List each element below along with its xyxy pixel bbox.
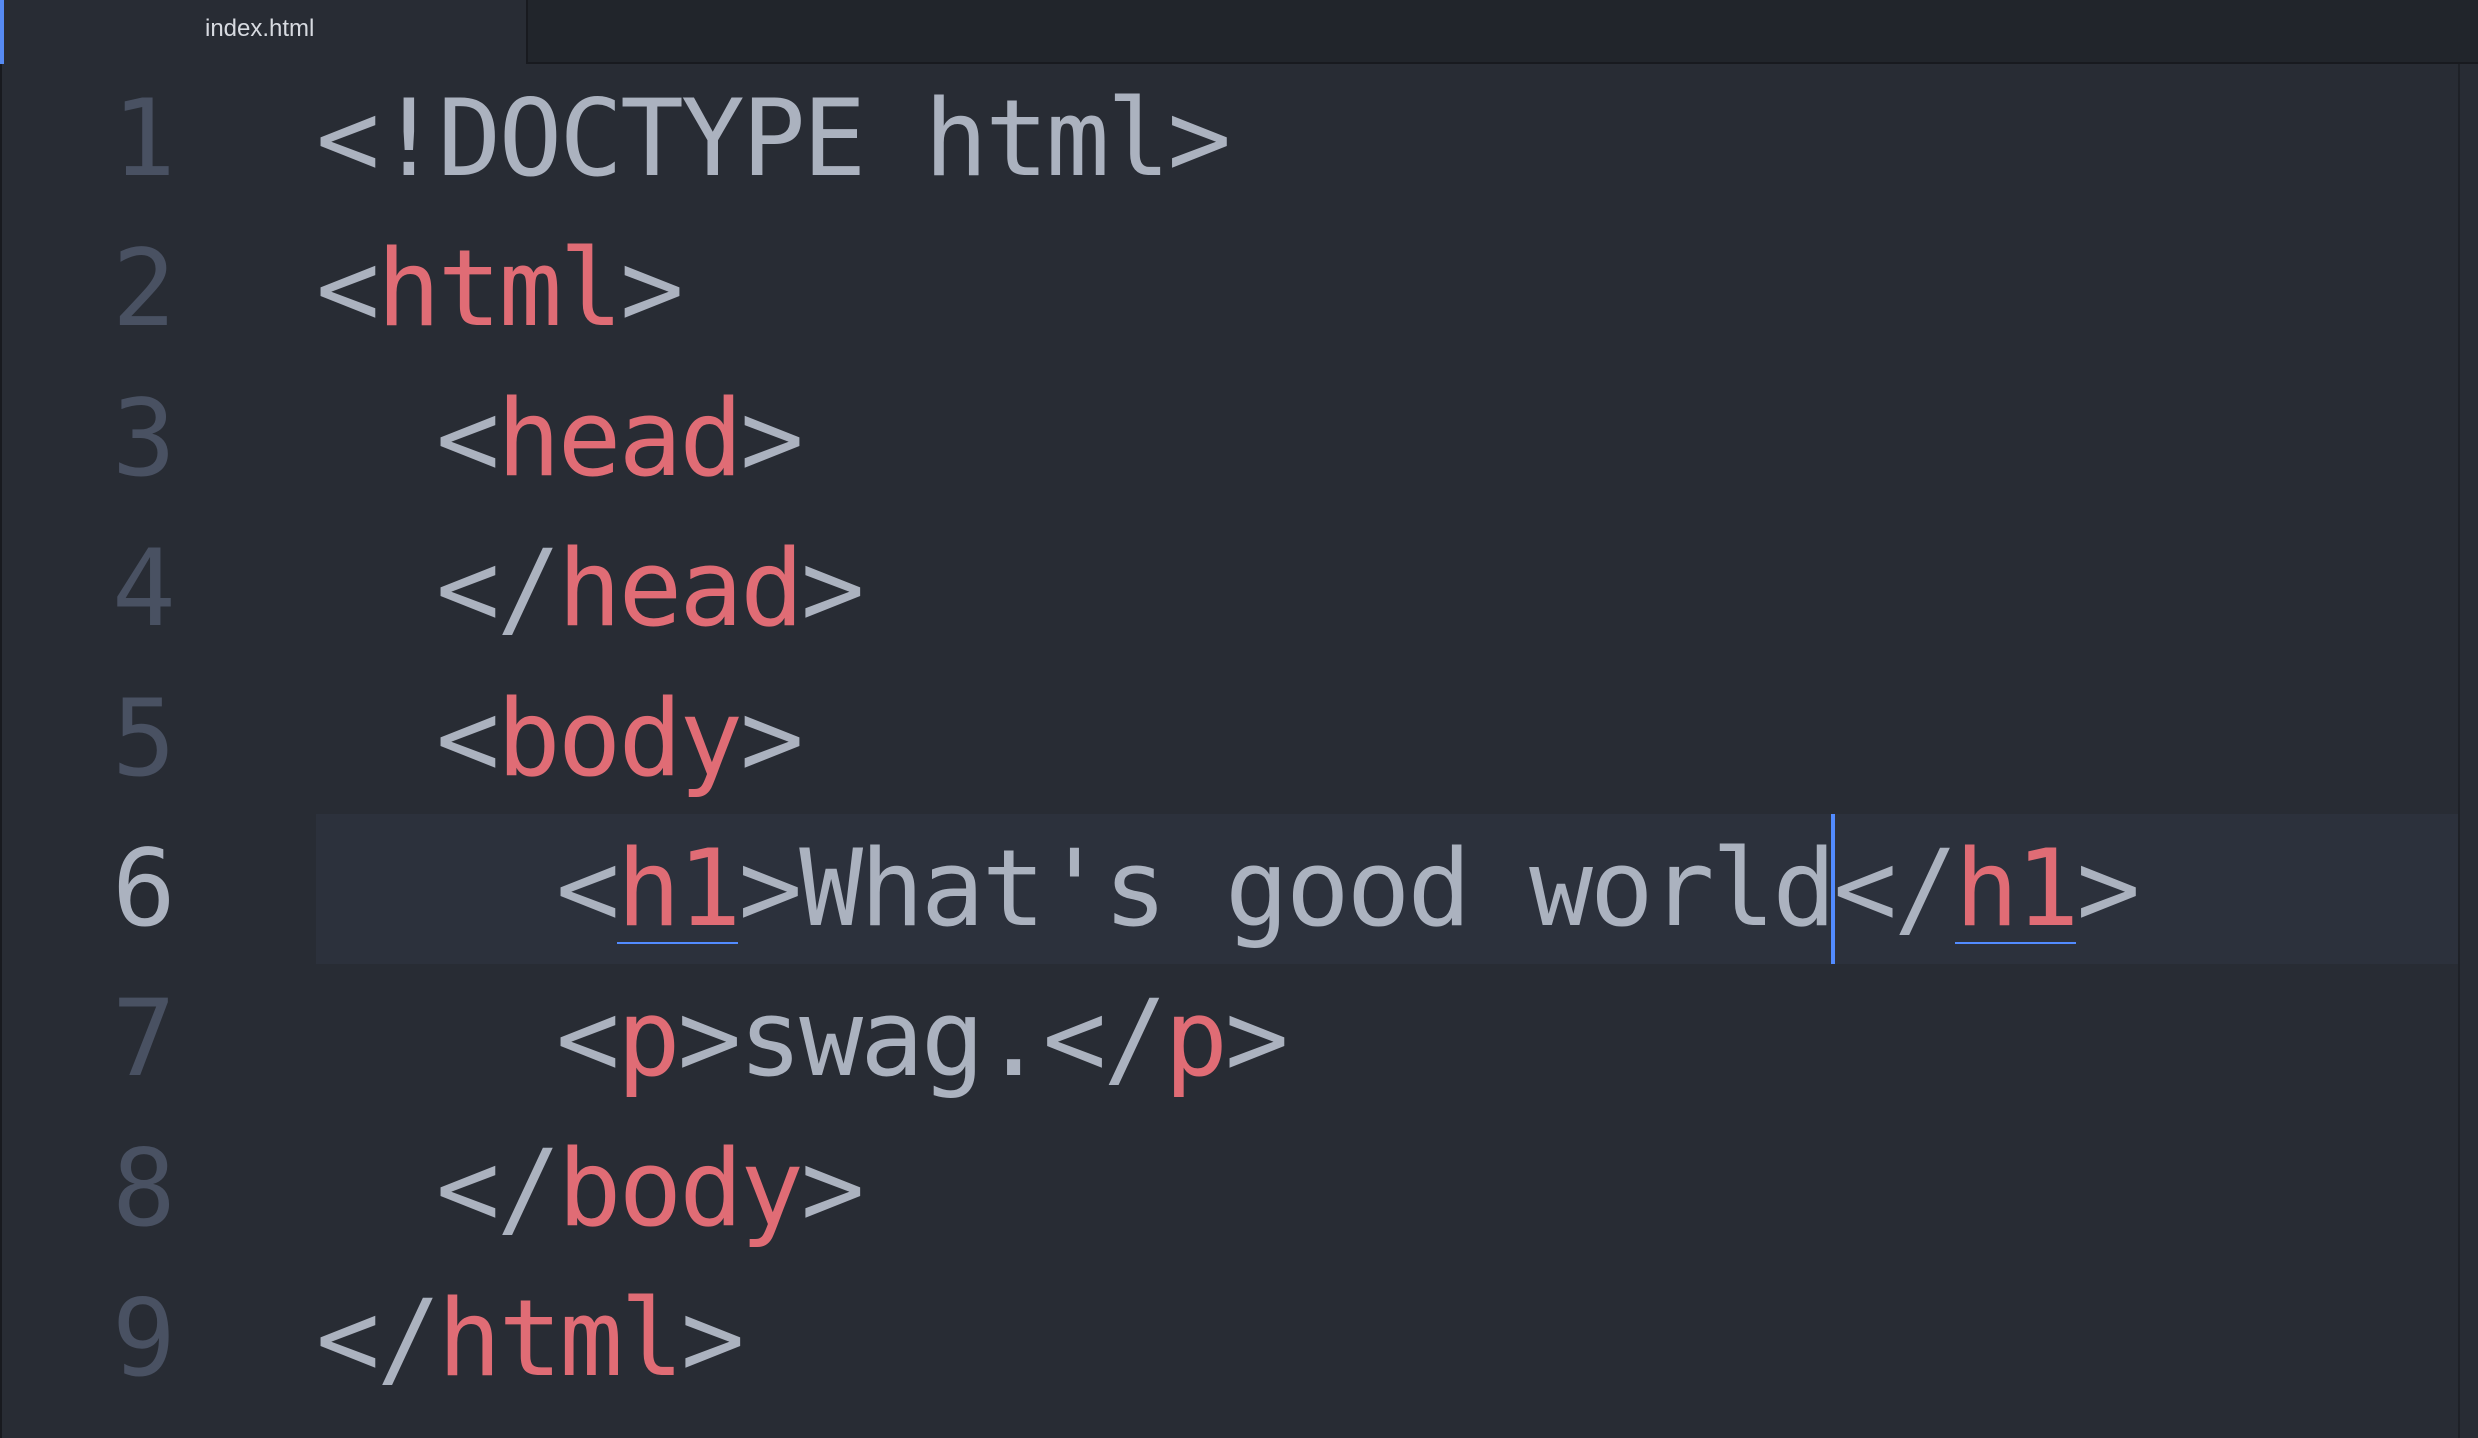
tag-name: body (557, 1127, 804, 1250)
line-number: 3 (112, 377, 176, 500)
code-text[interactable]: <h1>What's good world</h1> (556, 814, 2140, 964)
code-editor[interactable]: 1 <!DOCTYPE html> 2 <html> 3 <head> 4 </… (0, 64, 2478, 1438)
code-line-7[interactable]: 7 <p>swag.</p> (0, 964, 2458, 1114)
line-number: 7 (112, 977, 176, 1100)
code-line-2[interactable]: 2 <html> (0, 214, 2458, 364)
tag-name-matched: h1 (1954, 827, 2080, 950)
code-line-4[interactable]: 4 </head> (0, 514, 2458, 664)
code-line-9[interactable]: 9 </html> (0, 1264, 2458, 1414)
active-tab-indicator (0, 0, 4, 64)
line-number: 6 (112, 827, 176, 950)
code-line-5[interactable]: 5 <body> (0, 664, 2458, 814)
line-number: 8 (112, 1127, 176, 1250)
code-text[interactable]: </html> (316, 1264, 745, 1414)
code-line-3[interactable]: 3 <head> (0, 364, 2458, 514)
bracket: > (800, 527, 865, 650)
code-text[interactable]: <p>swag.</p> (556, 964, 1289, 1114)
code-text[interactable]: <head> (436, 364, 804, 514)
tag-name: body (496, 677, 743, 800)
code-text[interactable]: <body> (436, 664, 804, 814)
code-line-6[interactable]: 6 <h1>What's good world</h1> (0, 814, 2458, 964)
tag-name-matched: h1 (616, 827, 742, 950)
code-text[interactable]: </body> (436, 1114, 865, 1264)
bracket: < (316, 227, 380, 350)
line-number: 5 (112, 677, 176, 800)
bracket: > (738, 827, 802, 950)
tag-name: html (437, 1277, 684, 1400)
bracket: > (740, 377, 804, 500)
bracket: > (740, 677, 804, 800)
bracket: > (620, 227, 684, 350)
bracket: < (436, 677, 500, 800)
line-number: 2 (112, 227, 176, 350)
bracket: </ (436, 1127, 561, 1250)
editor-scrollbar-track[interactable] (2458, 64, 2460, 1438)
bracket: > (800, 1127, 865, 1250)
line-number: 1 (112, 77, 176, 200)
text-content: What's good world (799, 827, 1836, 950)
bracket: > (2076, 827, 2140, 950)
bracket: > (1225, 977, 1289, 1100)
text-content: swag. (738, 977, 1045, 1100)
bracket: < (436, 377, 500, 500)
bracket: </ (1042, 977, 1168, 1100)
editor-window: index.html 1 <!DOCTYPE html> 2 <html> 3 … (0, 0, 2478, 1438)
line-number: 9 (112, 1277, 176, 1400)
bracket: > (680, 1277, 745, 1400)
bracket: < (556, 827, 620, 950)
bracket: </ (316, 1277, 441, 1400)
tag-name: p (616, 977, 681, 1100)
bracket: </ (436, 527, 561, 650)
bracket: < (556, 977, 620, 1100)
bracket: </ (1833, 827, 1958, 950)
code-text[interactable]: </head> (436, 514, 865, 664)
tab-index-html[interactable]: index.html (0, 0, 528, 64)
tag-name: p (1164, 977, 1228, 1100)
code-line-8[interactable]: 8 </body> (0, 1114, 2458, 1264)
tag-name: html (376, 227, 623, 350)
tag-name: head (496, 377, 743, 500)
code-line-1[interactable]: 1 <!DOCTYPE html> (0, 64, 2458, 214)
tag-name: head (557, 527, 804, 650)
tab-title: index.html (205, 15, 315, 42)
doctype-declaration: <!DOCTYPE html> (316, 77, 1231, 200)
bracket: > (677, 977, 742, 1100)
code-text[interactable]: <!DOCTYPE html> (316, 64, 1231, 214)
code-text[interactable]: <html> (316, 214, 684, 364)
tab-bar: index.html (0, 0, 2478, 64)
line-number: 4 (112, 527, 176, 650)
